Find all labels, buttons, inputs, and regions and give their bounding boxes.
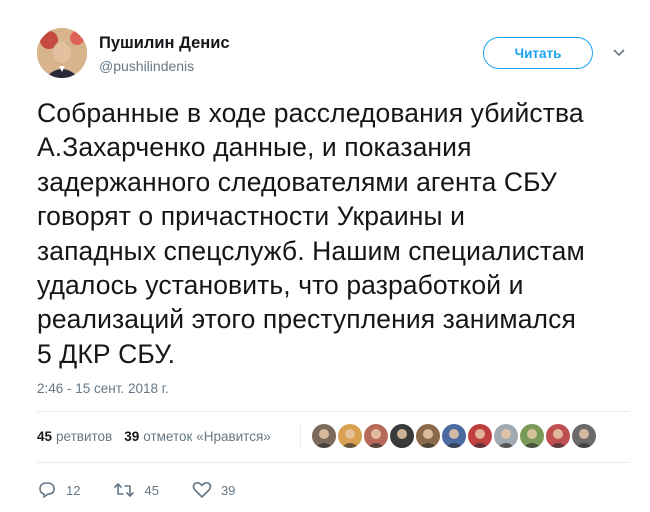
liker-avatar[interactable] xyxy=(364,424,388,448)
retweets-label: ретвитов xyxy=(56,429,113,444)
reply-button[interactable]: 12 xyxy=(37,481,80,499)
liker-avatar[interactable] xyxy=(520,424,544,448)
retweets-stat[interactable]: 45 ретвитов xyxy=(37,429,112,444)
likes-stat[interactable]: 39 отметок «Нравится» xyxy=(124,429,271,444)
heart-icon xyxy=(192,482,212,498)
retweet-button[interactable]: 45 xyxy=(113,482,159,498)
author-handle[interactable]: @pushilindenis xyxy=(99,58,194,74)
liker-avatar[interactable] xyxy=(494,424,518,448)
tweet-actions: 12 45 39 xyxy=(37,481,268,499)
liker-avatar[interactable] xyxy=(468,424,492,448)
reply-count: 12 xyxy=(66,482,81,498)
liker-avatar[interactable] xyxy=(390,424,414,448)
liker-avatar[interactable] xyxy=(442,424,466,448)
liker-avatar[interactable] xyxy=(312,424,336,448)
tweet-text: Собранные в ходе расследования убийства … xyxy=(37,98,585,369)
liker-avatar[interactable] xyxy=(416,424,440,448)
liker-avatar[interactable] xyxy=(338,424,362,448)
follow-button[interactable]: Читать xyxy=(483,37,593,69)
like-count: 39 xyxy=(220,482,236,498)
author-name[interactable]: Пушилин Денис xyxy=(99,34,230,53)
tweet-stats: 45 ретвитов 39 отметок «Нравится» xyxy=(37,429,283,444)
divider xyxy=(37,462,630,463)
tweet-card: Пушилин Денис @pushilindenis Читать Собр… xyxy=(0,0,650,512)
liker-avatars xyxy=(312,424,598,448)
avatar[interactable] xyxy=(37,28,87,78)
reply-icon xyxy=(39,482,55,498)
stats-separator xyxy=(300,423,301,449)
likes-count: 39 xyxy=(124,429,140,444)
retweets-count: 45 xyxy=(37,429,53,444)
retweet-icon xyxy=(114,483,135,497)
like-button[interactable]: 39 xyxy=(192,481,235,499)
timestamp[interactable]: 2:46 - 15 сент. 2018 г. xyxy=(37,381,169,396)
liker-avatar[interactable] xyxy=(572,424,596,448)
likes-label: отметок «Нравится» xyxy=(143,429,271,444)
divider xyxy=(37,411,630,412)
liker-avatar[interactable] xyxy=(546,424,570,448)
retweet-count: 45 xyxy=(144,482,159,498)
chevron-down-icon[interactable] xyxy=(612,45,626,59)
